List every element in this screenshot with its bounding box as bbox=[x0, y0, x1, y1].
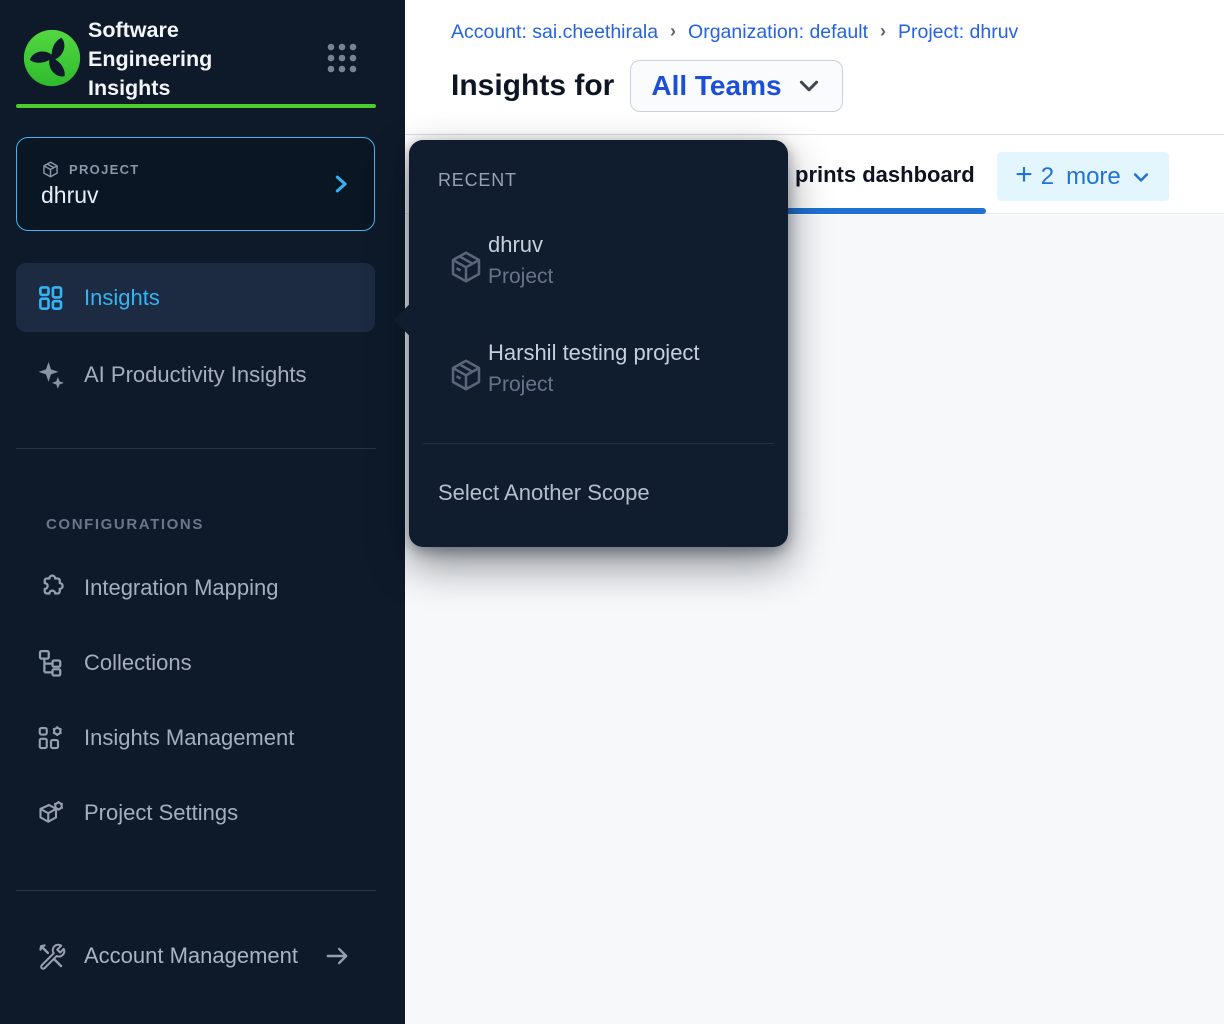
chevron-down-icon bbox=[796, 73, 822, 99]
recent-scope-item-harshil-testing-project[interactable]: Harshil testing project Project bbox=[409, 340, 788, 432]
breadcrumb: Account: sai.cheethirala › Organization:… bbox=[451, 21, 1018, 44]
app-logo-propeller-icon bbox=[22, 28, 82, 88]
sparkles-icon bbox=[36, 360, 66, 390]
sidebar-divider bbox=[16, 448, 376, 449]
sidebar-item-label: Account Management bbox=[84, 943, 298, 969]
project-scope-value: dhruv bbox=[41, 182, 99, 209]
chevron-down-icon bbox=[1131, 167, 1151, 187]
cube-icon bbox=[41, 160, 60, 179]
breadcrumb-separator: › bbox=[670, 21, 676, 42]
popover-divider bbox=[423, 443, 774, 444]
breadcrumb-account-link[interactable]: Account: sai.cheethirala bbox=[451, 21, 658, 44]
arrow-right-icon bbox=[322, 943, 352, 969]
more-tabs-button[interactable]: + 2 more bbox=[997, 152, 1169, 201]
sidebar-item-label: Project Settings bbox=[84, 800, 238, 826]
active-tab-underline bbox=[788, 208, 986, 214]
scope-item-title: dhruv bbox=[488, 232, 543, 258]
breadcrumb-organization-link[interactable]: Organization: default bbox=[688, 21, 868, 44]
team-selector-button[interactable]: All Teams bbox=[630, 60, 842, 112]
sidebar-item-account-management[interactable]: Account Management bbox=[16, 931, 375, 981]
brand-divider bbox=[16, 104, 376, 108]
more-tabs-label: more bbox=[1066, 163, 1121, 191]
breadcrumb-project-link[interactable]: Project: dhruv bbox=[898, 21, 1018, 44]
sidebar-item-project-settings[interactable]: Project Settings bbox=[16, 788, 375, 838]
app-window: Software Engineering Insights bbox=[0, 0, 1224, 1024]
sidebar-item-label: Insights Management bbox=[84, 725, 294, 751]
team-selector-value: All Teams bbox=[651, 70, 781, 102]
tree-icon bbox=[36, 648, 66, 678]
configurations-section-header: CONFIGURATIONS bbox=[46, 516, 204, 533]
recent-section-header: RECENT bbox=[438, 170, 517, 191]
sidebar-item-label: Collections bbox=[84, 650, 192, 676]
scope-item-title: Harshil testing project bbox=[488, 340, 700, 366]
page-header: Insights for All Teams bbox=[451, 60, 843, 112]
sidebar-item-label: AI Productivity Insights bbox=[84, 362, 307, 388]
apps-grid-icon[interactable] bbox=[326, 42, 358, 74]
package-cube-icon bbox=[447, 356, 485, 394]
sidebar-item-ai-productivity-insights[interactable]: AI Productivity Insights bbox=[16, 350, 375, 400]
sidebar: Software Engineering Insights bbox=[0, 0, 405, 1024]
plus-icon: + bbox=[1015, 160, 1033, 190]
dashboard-icon bbox=[36, 283, 66, 313]
dashboard-gear-icon bbox=[36, 723, 66, 753]
tools-icon bbox=[36, 941, 66, 971]
project-scope-label: PROJECT bbox=[69, 162, 140, 177]
sidebar-header: Software Engineering Insights bbox=[22, 22, 382, 100]
puzzle-icon bbox=[36, 573, 66, 603]
app-title: Software Engineering Insights bbox=[88, 16, 298, 103]
sidebar-item-integration-mapping[interactable]: Integration Mapping bbox=[16, 563, 375, 613]
sidebar-item-insights-management[interactable]: Insights Management bbox=[16, 713, 375, 763]
sidebar-item-insights[interactable]: Insights bbox=[16, 263, 375, 332]
scope-item-subtitle: Project bbox=[488, 373, 553, 397]
breadcrumb-separator: › bbox=[880, 21, 886, 42]
recent-scope-item-dhruv[interactable]: dhruv Project bbox=[409, 232, 788, 324]
scope-item-subtitle: Project bbox=[488, 265, 553, 289]
chevron-right-icon bbox=[330, 171, 352, 197]
page-title: Insights for bbox=[451, 69, 614, 103]
project-scope-selector[interactable]: PROJECT dhruv bbox=[16, 137, 375, 231]
package-cube-icon bbox=[447, 248, 485, 286]
sidebar-item-collections[interactable]: Collections bbox=[16, 638, 375, 688]
cube-gear-icon bbox=[36, 798, 66, 828]
recent-scope-popover: RECENT dhruv Project Harshil testin bbox=[409, 140, 788, 547]
sidebar-item-label: Insights bbox=[84, 285, 160, 311]
more-tabs-count: 2 bbox=[1041, 163, 1054, 191]
select-another-scope-button[interactable]: Select Another Scope bbox=[438, 480, 650, 506]
tab-sprints-dashboard[interactable]: prints dashboard bbox=[795, 162, 975, 188]
sidebar-divider bbox=[16, 890, 376, 891]
sidebar-item-label: Integration Mapping bbox=[84, 575, 278, 601]
